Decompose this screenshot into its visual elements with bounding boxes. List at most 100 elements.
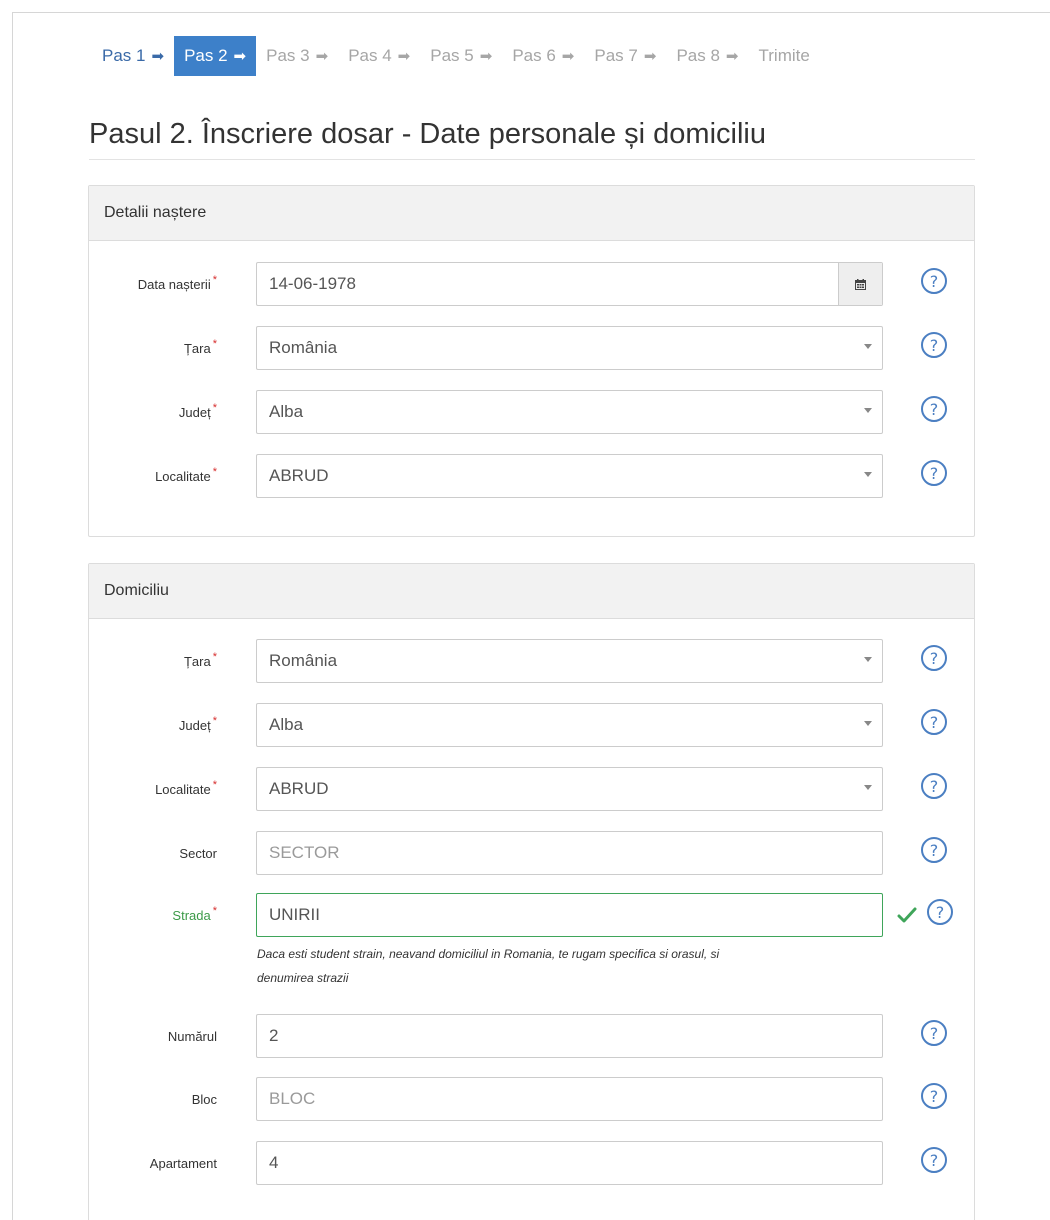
panel-heading: Detalii naștere	[89, 186, 974, 241]
field-value: România	[269, 651, 338, 670]
field-value: România	[269, 338, 338, 357]
help-icon[interactable]: ?	[921, 709, 947, 735]
domicile-locality-row: Localitate * ABRUD ?	[89, 767, 974, 811]
field-label: Județ *	[178, 715, 217, 733]
help-icon[interactable]: ?	[921, 332, 947, 358]
field-label: Județ *	[178, 402, 217, 420]
field-label: Apartament	[149, 1155, 217, 1171]
domicile-county-select[interactable]: Alba	[256, 703, 883, 747]
birth-locality-row: Localitate * ABRUD ?	[89, 454, 974, 498]
street-input[interactable]: UNIRII	[256, 893, 883, 937]
street-hint: Daca esti student strain, neavand domici…	[257, 942, 877, 990]
caret-down-icon	[864, 408, 872, 413]
domicile-sector-row: Sector SECTOR ?	[89, 831, 974, 875]
step-label: Trimite	[758, 46, 810, 65]
calendar-icon[interactable]	[838, 263, 882, 305]
step-1[interactable]: Pas 1 ➡	[92, 36, 174, 76]
help-icon[interactable]: ?	[921, 1147, 947, 1173]
arrow-right-icon: ➡	[233, 48, 247, 65]
step-label: Pas 4	[348, 46, 392, 65]
field-label: Bloc	[191, 1091, 217, 1107]
block-input[interactable]: BLOC	[256, 1077, 883, 1121]
domicile-panel: Domiciliu Țara * România ? Județ * Alba ? …	[88, 563, 975, 1220]
help-icon[interactable]: ?	[921, 460, 947, 486]
required-marker: *	[212, 715, 217, 727]
field-value: 14-06-1978	[269, 274, 356, 293]
domicile-locality-select[interactable]: ABRUD	[256, 767, 883, 811]
step-4[interactable]: Pas 4 ➡	[338, 36, 420, 76]
caret-down-icon	[864, 657, 872, 662]
hint-line: Daca esti student strain, neavand domici…	[257, 947, 720, 961]
step-submit[interactable]: Trimite	[749, 36, 820, 76]
wizard-steps: Pas 1 ➡ Pas 2 ➡ Pas 3 ➡ Pas 4 ➡ Pas 5 ➡ Pas 6…	[92, 36, 820, 76]
domicile-block-row: Bloc BLOC ?	[89, 1077, 974, 1121]
birth-country-row: Țara * România ?	[89, 326, 974, 370]
domicile-country-row: Țara * România ?	[89, 639, 974, 683]
domicile-apartment-row: Apartament 4 ?	[89, 1141, 974, 1185]
field-label: Țara *	[183, 651, 217, 669]
field-value: Alba	[269, 715, 304, 734]
domicile-number-row: Numărul 2 ?	[89, 1014, 974, 1058]
arrow-right-icon: ➡	[397, 48, 411, 65]
field-value: 2	[269, 1026, 279, 1045]
field-label: Data nașterii *	[137, 274, 217, 292]
step-label: Pas 3	[266, 46, 310, 65]
birth-date-input[interactable]: 14-06-1978	[256, 262, 883, 306]
step-label: Pas 6	[512, 46, 556, 65]
birth-county-select[interactable]: Alba	[256, 390, 883, 434]
required-marker: *	[212, 274, 217, 286]
number-input[interactable]: 2	[256, 1014, 883, 1058]
caret-down-icon	[864, 785, 872, 790]
field-placeholder: SECTOR	[269, 843, 340, 862]
help-icon[interactable]: ?	[921, 1083, 947, 1109]
step-label: Pas 8	[676, 46, 720, 65]
field-value: ABRUD	[269, 466, 329, 485]
field-placeholder: BLOC	[269, 1089, 316, 1108]
arrow-right-icon: ➡	[643, 48, 657, 65]
step-label: Pas 5	[430, 46, 474, 65]
field-value: UNIRII	[269, 905, 320, 924]
step-2[interactable]: Pas 2 ➡	[174, 36, 257, 76]
help-icon[interactable]: ?	[921, 268, 947, 294]
help-icon[interactable]: ?	[921, 645, 947, 671]
required-marker: *	[212, 466, 217, 478]
birth-locality-select[interactable]: ABRUD	[256, 454, 883, 498]
apartment-input[interactable]: 4	[256, 1141, 883, 1185]
field-label: Localitate *	[155, 779, 217, 797]
help-icon[interactable]: ?	[921, 837, 947, 863]
panel-heading: Domiciliu	[89, 564, 974, 619]
field-label: Localitate *	[155, 466, 217, 484]
step-label: Pas 7	[594, 46, 638, 65]
step-label: Pas 1	[102, 46, 146, 65]
birth-country-select[interactable]: România	[256, 326, 883, 370]
step-6[interactable]: Pas 6 ➡	[502, 36, 584, 76]
required-marker: *	[212, 402, 217, 414]
help-icon[interactable]: ?	[921, 1020, 947, 1046]
page-title: Pasul 2. Înscriere dosar - Date personal…	[89, 118, 975, 160]
field-value: ABRUD	[269, 779, 329, 798]
domicile-country-select[interactable]: România	[256, 639, 883, 683]
help-icon[interactable]: ?	[921, 396, 947, 422]
step-3[interactable]: Pas 3 ➡	[256, 36, 338, 76]
domicile-street-row: Strada * UNIRII ?	[89, 893, 974, 937]
step-7[interactable]: Pas 7 ➡	[584, 36, 666, 76]
field-label: Sector	[179, 845, 217, 861]
step-5[interactable]: Pas 5 ➡	[420, 36, 502, 76]
birth-date-row: Data nașterii * 14-06-1978 ?	[89, 262, 974, 306]
step-8[interactable]: Pas 8 ➡	[666, 36, 748, 76]
caret-down-icon	[864, 344, 872, 349]
arrow-right-icon: ➡	[561, 48, 575, 65]
field-value: 4	[269, 1153, 279, 1172]
help-icon[interactable]: ?	[921, 773, 947, 799]
field-label: Țara *	[183, 338, 217, 356]
checkmark-icon	[897, 907, 917, 923]
field-label: Numărul	[167, 1028, 217, 1044]
field-label: Strada *	[172, 905, 217, 923]
arrow-right-icon: ➡	[479, 48, 493, 65]
arrow-right-icon: ➡	[725, 48, 739, 65]
help-icon[interactable]: ?	[927, 899, 953, 925]
required-marker: *	[212, 905, 217, 917]
required-marker: *	[212, 651, 217, 663]
sector-input[interactable]: SECTOR	[256, 831, 883, 875]
hint-line: denumirea strazii	[257, 971, 349, 985]
